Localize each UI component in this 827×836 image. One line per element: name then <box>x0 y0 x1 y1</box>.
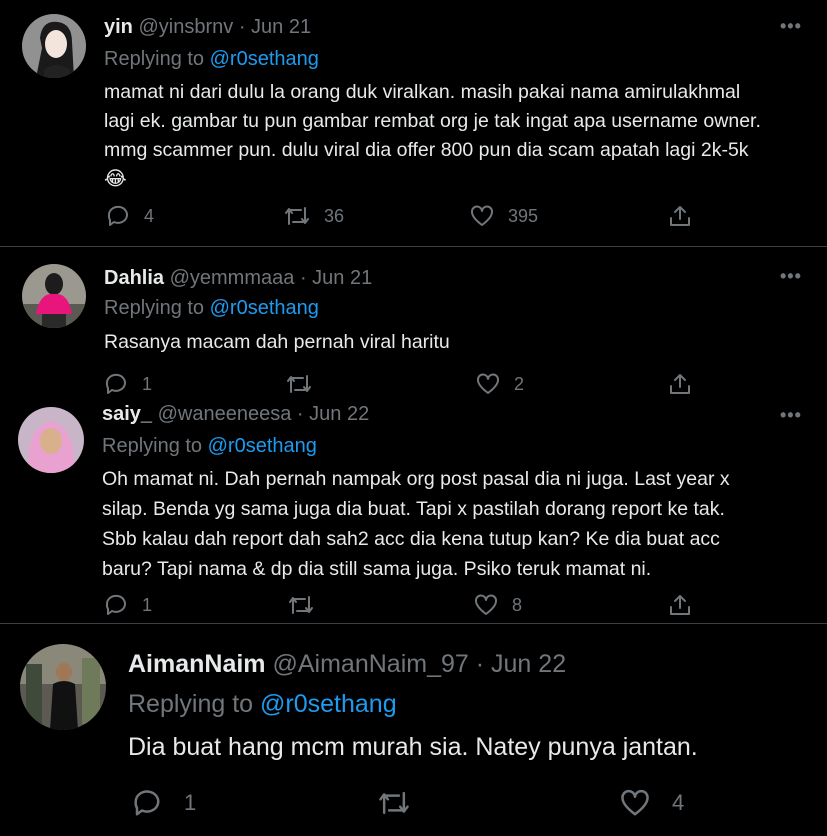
tweet-text-line: lagi ek. gambar tu pun gambar rembat org… <box>104 110 761 132</box>
like-count: 2 <box>514 373 525 394</box>
replying-to-label: Replying to <box>104 48 205 70</box>
more-icon[interactable]: ••• <box>780 405 802 426</box>
reply-context: Replying to @r0sethang <box>104 297 319 320</box>
tweet-header: AimanNaim @AimanNaim_97 · Jun 22 <box>128 650 566 679</box>
retweet-count: 36 <box>324 205 345 226</box>
author-handle[interactable]: @yinsbrnv <box>138 16 233 38</box>
reply-icon <box>107 205 128 226</box>
reply-count: 1 <box>142 373 153 394</box>
like-button[interactable]: 8 <box>474 593 522 617</box>
author-handle[interactable]: @yemmmaaa <box>170 267 295 289</box>
dot-separator: · <box>238 16 246 38</box>
retweet-icon <box>285 207 309 225</box>
retweet-icon <box>379 791 409 815</box>
retweet-button[interactable] <box>286 372 312 396</box>
reply-icon <box>105 594 126 615</box>
author-name[interactable]: yin <box>104 16 133 38</box>
share-icon <box>670 206 690 226</box>
reply-button[interactable]: 1 <box>104 593 152 617</box>
mention-link[interactable]: @r0sethang <box>210 297 319 319</box>
avatar[interactable] <box>22 14 86 78</box>
mention-link[interactable]: @r0sethang <box>208 435 317 457</box>
tweet-date[interactable]: Jun 21 <box>312 267 372 289</box>
share-icon <box>670 374 690 394</box>
like-count: 8 <box>512 594 523 615</box>
like-button[interactable]: 395 <box>470 204 538 228</box>
tweet-yin[interactable]: yin @yinsbrnv · Jun 21 ••• Replying to @… <box>0 0 827 246</box>
retweet-icon <box>287 375 311 393</box>
heart-icon <box>471 205 493 226</box>
tweet-text-line: mmg scammer pun. dulu viral dia offer 80… <box>104 139 749 161</box>
tweet-header: yin @yinsbrnv · Jun 21 <box>104 16 311 39</box>
avatar[interactable] <box>20 644 106 730</box>
tweet-text-line: Oh mamat ni. Dah pernah nampak org post … <box>102 468 730 490</box>
retweet-button[interactable] <box>288 593 314 617</box>
replying-to-label: Replying to <box>128 690 254 718</box>
heart-icon <box>477 373 499 394</box>
reply-count: 4 <box>144 205 155 226</box>
tweet-date[interactable]: Jun 21 <box>251 16 311 38</box>
like-button[interactable]: 4 <box>620 788 684 818</box>
reply-count: 1 <box>184 790 197 815</box>
tweet-text-line: Rasanya macam dah pernah viral haritu <box>104 331 450 353</box>
more-icon[interactable]: ••• <box>780 266 802 287</box>
reply-icon <box>134 790 160 816</box>
share-button[interactable] <box>668 593 692 617</box>
divider <box>0 246 827 247</box>
dot-separator: · <box>475 650 485 678</box>
author-name[interactable]: Dahlia <box>104 267 164 289</box>
tweet-aimannaim[interactable]: AimanNaim @AimanNaim_97 · Jun 22 Replyin… <box>0 624 827 836</box>
tweet-text-line: baru? Tapi nama & dp dia still sama juga… <box>102 558 652 580</box>
reply-icon <box>105 373 126 394</box>
share-icon <box>670 595 690 615</box>
dot-separator: · <box>299 267 307 289</box>
retweet-button[interactable]: 36 <box>284 204 344 228</box>
reply-button[interactable]: 1 <box>132 788 196 818</box>
reply-context: Replying to @r0sethang <box>102 435 317 458</box>
replying-to-label: Replying to <box>102 435 203 457</box>
emoji: 😂 <box>104 168 127 190</box>
tweet-text-line: Sbb kalau dah report dah sah2 acc dia ke… <box>102 528 720 550</box>
heart-icon <box>475 594 497 615</box>
reply-button[interactable]: 4 <box>106 204 154 228</box>
tweet-saiy[interactable]: saiy_ @waneeneesa · Jun 22 ••• Replying … <box>0 405 827 623</box>
mention-link[interactable]: @r0sethang <box>210 48 319 70</box>
author-name[interactable]: AimanNaim <box>128 650 266 678</box>
tweet-text: Rasanya macam dah pernah viral haritu <box>104 328 450 357</box>
tweet-text-line: mamat ni dari dulu la orang duk viralkan… <box>104 81 741 103</box>
tweet-text: Oh mamat ni. Dah pernah nampak org post … <box>102 464 730 584</box>
retweet-button[interactable] <box>378 788 410 818</box>
reply-context: Replying to @r0sethang <box>104 48 319 71</box>
tweet-text: Dia buat hang mcm murah sia. Natey punya… <box>128 730 698 764</box>
tweet-date[interactable]: Jun 22 <box>491 650 566 678</box>
tweet-text-line: silap. Benda yg sama juga dia buat. Tapi… <box>102 498 725 520</box>
author-handle[interactable]: @AimanNaim_97 <box>273 650 469 678</box>
retweet-icon <box>289 596 313 614</box>
share-button[interactable] <box>668 204 692 228</box>
tweet-dahlia[interactable]: Dahlia @yemmmaaa · Jun 21 ••• Replying t… <box>0 252 827 405</box>
heart-icon <box>621 789 649 816</box>
author-name[interactable]: saiy_ <box>102 405 152 425</box>
reply-count: 1 <box>142 594 153 615</box>
tweet-date[interactable]: Jun 22 <box>309 405 369 425</box>
share-button[interactable] <box>668 372 692 396</box>
reply-button[interactable]: 1 <box>104 372 152 396</box>
author-handle[interactable]: @waneeneesa <box>158 405 292 425</box>
like-count: 395 <box>508 205 539 226</box>
replying-to-label: Replying to <box>104 297 205 319</box>
more-icon[interactable]: ••• <box>780 16 802 37</box>
tweet-header: Dahlia @yemmmaaa · Jun 21 <box>104 267 372 290</box>
mention-link[interactable]: @r0sethang <box>260 690 397 718</box>
tweet-text: mamat ni dari dulu la orang duk viralkan… <box>104 78 761 194</box>
dot-separator: · <box>296 405 304 425</box>
tweet-text-line: Dia buat hang mcm murah sia. Natey punya… <box>128 733 698 761</box>
tweet-header: saiy_ @waneeneesa · Jun 22 <box>102 405 369 426</box>
reply-context: Replying to @r0sethang <box>128 690 397 719</box>
avatar[interactable] <box>18 407 84 473</box>
like-button[interactable]: 2 <box>476 372 524 396</box>
avatar[interactable] <box>22 264 86 328</box>
like-count: 4 <box>672 790 685 815</box>
